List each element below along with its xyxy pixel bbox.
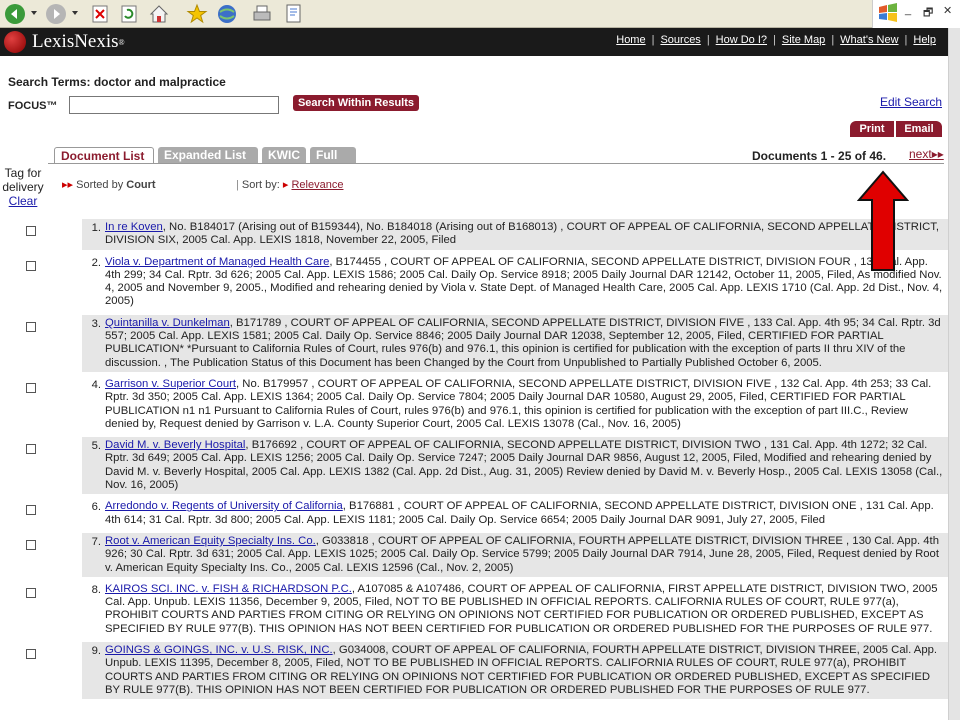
- logo-registered: ®: [118, 37, 125, 47]
- list-item: 7. Root v. American Equity Specialty Ins…: [0, 532, 948, 577]
- tag-checkbox[interactable]: [26, 444, 36, 455]
- case-link[interactable]: Viola v. Department of Managed Health Ca…: [105, 256, 329, 268]
- focus-input[interactable]: [69, 96, 279, 114]
- sort-by-relevance-link[interactable]: Relevance: [291, 179, 343, 191]
- logo-mark-icon: [4, 31, 26, 53]
- sort-by: | Sort by: ▸ Relevance: [236, 179, 344, 191]
- edit-search-link[interactable]: Edit Search: [880, 95, 942, 109]
- tag-for-delivery: Tag for delivery Clear: [0, 166, 46, 208]
- result-number: 4.: [91, 378, 101, 391]
- browser-toolbar: _ 🗗 ✕: [0, 0, 960, 28]
- nav-home[interactable]: Home: [616, 34, 645, 46]
- results-list: 1. In re Koven, No. B184017 (Arising out…: [0, 219, 948, 700]
- window-controls: _ 🗗 ✕: [872, 0, 960, 28]
- result-number: 2.: [91, 256, 101, 269]
- nav-help[interactable]: Help: [913, 34, 936, 46]
- print-button[interactable]: Print: [850, 121, 894, 137]
- result-number: 8.: [91, 583, 101, 596]
- case-link[interactable]: David M. v. Beverly Hospital: [105, 439, 245, 451]
- tab-document-list[interactable]: Document List: [54, 147, 154, 164]
- search-within-results-button[interactable]: Search Within Results: [293, 95, 419, 111]
- sorted-by-label: Sorted by: [76, 179, 124, 191]
- tab-divider: [48, 163, 944, 164]
- list-item: 4. Garrison v. Superior Court, No. B1799…: [0, 376, 948, 433]
- next-arrows-icon: ▸▸: [931, 147, 944, 161]
- tag-checkbox[interactable]: [26, 382, 36, 393]
- tag-checkbox[interactable]: [26, 649, 36, 660]
- result-number: 5.: [91, 440, 101, 453]
- restore-button[interactable]: 🗗: [923, 4, 933, 23]
- case-link[interactable]: Garrison v. Superior Court: [105, 378, 236, 390]
- tab-full[interactable]: Full: [310, 147, 356, 163]
- next-label: next: [909, 147, 932, 161]
- sorted-by-value: Court: [126, 179, 156, 191]
- tab-expanded-list[interactable]: Expanded List: [158, 147, 258, 163]
- home-icon[interactable]: [147, 3, 171, 25]
- vertical-scrollbar[interactable]: [948, 28, 960, 720]
- tag-label-line2: delivery: [2, 180, 44, 194]
- tag-label-line1: Tag for: [4, 166, 42, 180]
- logo-text: LexisNexis: [32, 31, 119, 52]
- sort-arrow-icon: ▸: [282, 179, 289, 191]
- site-header: LexisNexis ® Home | Sources | How Do I? | S…: [0, 28, 948, 56]
- tag-checkbox[interactable]: [26, 321, 36, 332]
- result-number: 3.: [91, 317, 101, 330]
- top-nav: Home | Sources | How Do I? | Site Map | What…: [616, 34, 936, 46]
- documents-count: Documents 1 - 25 of 46.: [752, 149, 887, 163]
- list-item: 9. GOINGS & GOINGS, INC. v. U.S. RISK, I…: [0, 642, 948, 700]
- case-link[interactable]: KAIROS SCI. INC. v. FISH & RICHARDSON P.…: [105, 583, 352, 595]
- case-link[interactable]: Quintanilla v. Dunkelman: [105, 317, 230, 329]
- forward-icon[interactable]: [44, 3, 68, 25]
- result-number: 7.: [91, 535, 101, 548]
- tag-checkbox[interactable]: [26, 260, 36, 271]
- refresh-icon[interactable]: [117, 3, 141, 25]
- sorted-arrows-icon: ▸▸: [62, 179, 74, 191]
- case-link[interactable]: In re Koven: [105, 221, 163, 233]
- clear-tags-link[interactable]: Clear: [0, 194, 46, 208]
- focus-label: FOCUS™: [8, 100, 58, 112]
- edit-page-icon[interactable]: [282, 3, 306, 25]
- sorted-by: ▸▸ Sorted by Court: [62, 178, 156, 191]
- favorites-icon[interactable]: [185, 3, 209, 25]
- nav-whats-new[interactable]: What's New: [840, 34, 898, 46]
- forward-dropdown-icon[interactable]: [72, 11, 78, 15]
- sort-by-label: Sort by:: [241, 179, 280, 191]
- back-dropdown-icon[interactable]: [31, 11, 37, 15]
- nav-how-do-i[interactable]: How Do I?: [716, 34, 767, 46]
- list-item: 8. KAIROS SCI. INC. v. FISH & RICHARDSON…: [0, 581, 948, 638]
- list-item: 3. Quintanilla v. Dunkelman, B171789 , C…: [0, 314, 948, 372]
- case-citation: , No. B184017 (Arising out of B159344), …: [105, 221, 940, 247]
- case-citation: , B171789 , COURT OF APPEAL OF CALIFORNI…: [105, 316, 941, 369]
- tab-kwic[interactable]: KWIC: [262, 147, 306, 163]
- email-button[interactable]: Email: [896, 121, 942, 137]
- list-item: 1. In re Koven, No. B184017 (Arising out…: [0, 219, 948, 250]
- result-number: 9.: [91, 645, 101, 658]
- nav-site-map[interactable]: Site Map: [782, 34, 825, 46]
- tag-checkbox[interactable]: [26, 539, 36, 550]
- close-button[interactable]: ✕: [943, 4, 952, 17]
- tag-checkbox[interactable]: [26, 587, 36, 598]
- back-icon[interactable]: [3, 3, 27, 25]
- tag-checkbox[interactable]: [26, 226, 36, 236]
- next-page-link[interactable]: next▸▸: [909, 147, 944, 161]
- result-number: 6.: [91, 501, 101, 514]
- lexisnexis-logo[interactable]: LexisNexis ®: [4, 31, 125, 53]
- media-icon[interactable]: [215, 3, 239, 25]
- result-number: 1.: [91, 222, 101, 234]
- list-item: 5. David M. v. Beverly Hospital, B176692…: [0, 437, 948, 495]
- list-item: 6. Arredondo v. Regents of University of…: [0, 498, 948, 529]
- case-link[interactable]: GOINGS & GOINGS, INC. v. U.S. RISK, INC.: [105, 644, 333, 656]
- case-link[interactable]: Arredondo v. Regents of University of Ca…: [105, 500, 343, 512]
- list-item: 2. Viola v. Department of Managed Health…: [0, 254, 948, 311]
- tag-checkbox[interactable]: [26, 505, 36, 516]
- stop-icon[interactable]: [88, 3, 112, 25]
- minimize-button[interactable]: _: [905, 4, 911, 16]
- annotation-arrow-icon: [857, 170, 909, 271]
- windows-logo-icon: [879, 3, 897, 22]
- print-icon[interactable]: [250, 3, 274, 25]
- case-link[interactable]: Root v. American Equity Specialty Ins. C…: [105, 535, 316, 547]
- nav-sources[interactable]: Sources: [660, 34, 700, 46]
- search-terms: Search Terms: doctor and malpractice: [8, 75, 226, 89]
